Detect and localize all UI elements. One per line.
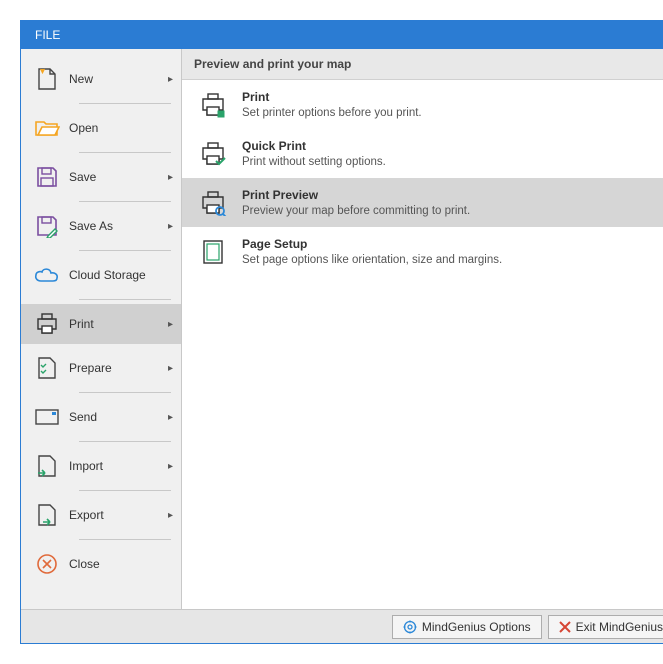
option-title: Print Preview	[242, 188, 663, 202]
option-desc: Preview your map before committing to pr…	[242, 205, 663, 217]
sidebar-item-save[interactable]: Save ▸	[21, 157, 181, 197]
sidebar-item-label: Close	[61, 557, 173, 571]
new-file-icon	[33, 66, 61, 92]
submenu-arrow-icon: ▸	[163, 412, 173, 423]
sidebar-item-label: Cloud Storage	[61, 268, 173, 282]
sidebar-item-label: Open	[61, 121, 173, 135]
separator	[79, 201, 171, 202]
submenu-arrow-icon: ▸	[163, 221, 173, 232]
sidebar-item-label: New	[61, 72, 163, 86]
print-options-list: Print Set printer options before you pri…	[182, 80, 663, 276]
sidebar-item-label: Import	[61, 459, 163, 473]
option-desc: Set printer options before you print.	[242, 107, 663, 119]
file-sidebar: New ▸ Open	[21, 49, 181, 609]
separator	[79, 490, 171, 491]
option-quick-print[interactable]: Quick Print Print without setting option…	[182, 129, 663, 178]
save-as-icon	[33, 214, 61, 238]
panel-header: Preview and print your map	[182, 49, 663, 80]
quick-print-icon	[194, 141, 232, 167]
export-file-icon	[33, 502, 61, 528]
close-circle-icon	[33, 552, 61, 576]
cloud-icon	[33, 266, 61, 284]
separator	[79, 152, 171, 153]
envelope-icon	[33, 408, 61, 426]
option-print[interactable]: Print Set printer options before you pri…	[182, 80, 663, 129]
printer-icon	[33, 312, 61, 336]
sidebar-item-label: Save	[61, 170, 163, 184]
sidebar-item-print[interactable]: Print ▸	[21, 304, 181, 344]
sidebar-item-label: Send	[61, 410, 163, 424]
submenu-arrow-icon: ▸	[163, 172, 173, 183]
option-title: Quick Print	[242, 139, 663, 153]
option-desc: Set page options like orientation, size …	[242, 254, 663, 266]
sidebar-item-label: Print	[61, 317, 163, 331]
button-label: MindGenius Options	[422, 620, 531, 634]
sidebar-item-new[interactable]: New ▸	[21, 59, 181, 99]
submenu-arrow-icon: ▸	[163, 74, 173, 85]
separator	[79, 250, 171, 251]
sidebar-item-open[interactable]: Open	[21, 108, 181, 148]
sidebar-item-import[interactable]: Import ▸	[21, 446, 181, 486]
separator	[79, 103, 171, 104]
save-disk-icon	[33, 165, 61, 189]
titlebar: FILE	[21, 21, 663, 49]
sidebar-item-label: Export	[61, 508, 163, 522]
sidebar-item-prepare[interactable]: Prepare ▸	[21, 348, 181, 388]
separator	[79, 441, 171, 442]
mindgenius-options-button[interactable]: MindGenius Options	[392, 615, 542, 639]
option-page-setup[interactable]: Page Setup Set page options like orienta…	[182, 227, 663, 276]
print-submenu-panel: Preview and print your map Print Set pri	[181, 49, 663, 609]
submenu-arrow-icon: ▸	[163, 363, 173, 374]
footer-bar: MindGenius Options Exit MindGenius	[21, 609, 663, 643]
page-setup-icon	[194, 238, 232, 266]
sidebar-item-save-as[interactable]: Save As ▸	[21, 206, 181, 246]
sidebar-item-label: Save As	[61, 219, 163, 233]
option-title: Page Setup	[242, 237, 663, 251]
titlebar-label: FILE	[35, 28, 60, 42]
button-label: Exit MindGenius	[576, 620, 663, 634]
separator	[79, 392, 171, 393]
red-x-icon	[559, 621, 571, 633]
option-title: Print	[242, 90, 663, 104]
file-menu-window: FILE New ▸	[20, 20, 663, 644]
option-desc: Print without setting options.	[242, 156, 663, 168]
print-preview-icon	[194, 190, 232, 216]
sidebar-item-cloud-storage[interactable]: Cloud Storage	[21, 255, 181, 295]
checklist-icon	[33, 355, 61, 381]
sidebar-item-close[interactable]: Close	[21, 544, 181, 584]
option-print-preview[interactable]: Print Preview Preview your map before co…	[182, 178, 663, 227]
import-file-icon	[33, 453, 61, 479]
open-folder-icon	[33, 118, 61, 138]
gear-icon	[403, 620, 417, 634]
sidebar-item-export[interactable]: Export ▸	[21, 495, 181, 535]
submenu-arrow-icon: ▸	[163, 510, 173, 521]
separator	[79, 539, 171, 540]
exit-mindgenius-button[interactable]: Exit MindGenius	[548, 615, 663, 639]
sidebar-item-label: Prepare	[61, 361, 163, 375]
submenu-arrow-icon: ▸	[163, 461, 173, 472]
menu-body: New ▸ Open	[21, 49, 663, 609]
sidebar-item-send[interactable]: Send ▸	[21, 397, 181, 437]
separator	[79, 299, 171, 300]
printer-icon	[194, 92, 232, 118]
submenu-arrow-icon: ▸	[163, 319, 173, 330]
